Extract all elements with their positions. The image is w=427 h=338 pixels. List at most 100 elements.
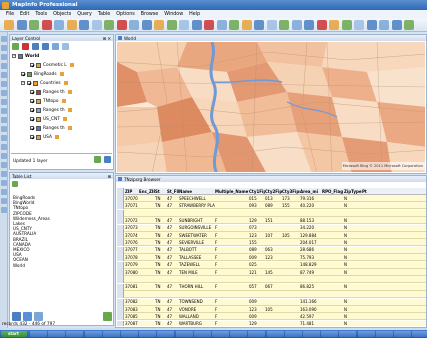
taskbar-button[interactable]	[303, 331, 320, 337]
column-header[interactable]: Multiple_Name	[215, 189, 249, 194]
visibility-checkbox[interactable]	[27, 81, 31, 85]
new-icon[interactable]	[4, 20, 14, 30]
radius-icon[interactable]	[179, 20, 189, 30]
table-cell[interactable]: 009	[249, 299, 265, 304]
taskbar-button[interactable]	[84, 331, 102, 337]
table-cell[interactable]: 141.166	[300, 299, 322, 304]
edit-icon[interactable]	[67, 126, 72, 130]
hotlink-icon[interactable]	[316, 20, 327, 30]
table-cell[interactable]: 47	[167, 299, 179, 304]
table-cell[interactable]: N	[344, 262, 362, 267]
tool-icon[interactable]	[1, 36, 7, 42]
pan-icon[interactable]	[229, 20, 239, 30]
table-cell[interactable]: TN	[155, 247, 167, 252]
table-cell[interactable]: 47	[167, 314, 179, 319]
table-row[interactable]: 37079 TN 47 TAZEWELL F 025 148.829 N	[117, 261, 426, 269]
table-cell[interactable]: TN	[155, 233, 167, 238]
column-header[interactable]: Enc_ZIP	[139, 189, 155, 194]
table-cell[interactable]: 093	[249, 203, 265, 208]
table-cell[interactable]: 47	[167, 240, 179, 245]
table-cell[interactable]: 155	[249, 240, 265, 245]
table-cell[interactable]: 37082	[125, 299, 139, 304]
menu-item[interactable]: Table	[98, 12, 110, 17]
grabber-icon[interactable]	[379, 20, 389, 30]
table-cell[interactable]: STRAWBERRY PLAINS	[179, 203, 215, 208]
table-row[interactable]: 37076 TN 47 SEVIERVILLE F 155 204.017 N	[117, 239, 426, 247]
table-row[interactable]: 37080 TN 47 TEN MILE F 121 145 87.749 N	[117, 269, 426, 276]
tool-icon[interactable]	[1, 117, 7, 123]
table-cell[interactable]: 37077	[125, 247, 139, 252]
menu-item[interactable]: Options	[116, 12, 135, 17]
table-cell[interactable]: 151	[265, 218, 282, 223]
layer-icon[interactable]	[291, 20, 302, 30]
table-cell[interactable]: 123	[265, 255, 282, 260]
taskbar-button[interactable]	[375, 331, 393, 337]
layer-tree-item[interactable]: USA	[30, 134, 59, 140]
browse-icon[interactable]	[23, 312, 32, 321]
table-cell[interactable]: 067	[265, 284, 282, 289]
move-up-icon[interactable]	[32, 43, 39, 50]
table-cell[interactable]: TN	[155, 255, 167, 260]
row-selector[interactable]	[117, 232, 124, 239]
table-cell[interactable]: 163.090	[300, 307, 322, 312]
column-header[interactable]: Cty1Fips	[249, 189, 265, 194]
print-icon[interactable]	[41, 20, 52, 30]
menu-item[interactable]: Browse	[141, 12, 158, 17]
table-row[interactable]: 37073 TN 47 SURGOINSVILLE F 073 34.220 N	[117, 224, 426, 232]
table-cell[interactable]: 37083	[125, 307, 139, 312]
column-header[interactable]: Name	[179, 189, 215, 194]
menu-item[interactable]: Edit	[20, 12, 29, 17]
paste-icon[interactable]	[79, 20, 89, 30]
zoom-in-icon[interactable]	[204, 20, 214, 30]
visibility-checkbox[interactable]	[30, 126, 34, 130]
table-cell[interactable]: 88.153	[300, 218, 322, 223]
table-cell[interactable]: VONORE	[179, 307, 215, 312]
table-cell[interactable]: SEVIERVILLE	[179, 240, 215, 245]
column-header[interactable]: St	[155, 189, 167, 194]
menu-item[interactable]: Tools	[35, 12, 47, 17]
tool-icon[interactable]	[1, 198, 7, 204]
table-cell[interactable]: TN	[155, 203, 167, 208]
column-header[interactable]: ZipType	[344, 189, 362, 194]
taskbar-button[interactable]	[193, 331, 211, 337]
tool-icon[interactable]	[1, 108, 7, 114]
table-cell[interactable]: 47	[167, 307, 179, 312]
table-cell[interactable]: N	[344, 240, 362, 245]
thematic-icon[interactable]	[329, 20, 339, 30]
taskbar-button[interactable]	[230, 331, 248, 337]
table-cell[interactable]: F	[215, 247, 249, 252]
column-header[interactable]: ZIP	[125, 189, 139, 194]
row-selector[interactable]	[117, 254, 124, 262]
table-cell[interactable]: TN	[155, 218, 167, 223]
polygon-icon[interactable]	[191, 20, 202, 30]
table-cell[interactable]: 105	[265, 307, 282, 312]
column-header[interactable]: Area_mi	[300, 189, 322, 194]
menu-item[interactable]: Objects	[53, 12, 71, 17]
table-cell[interactable]: TN	[155, 299, 167, 304]
edit-icon[interactable]	[54, 135, 59, 139]
marquee-icon[interactable]	[166, 20, 177, 30]
table-cell[interactable]: 47	[167, 255, 179, 260]
unselect-icon[interactable]	[354, 20, 364, 30]
row-selector[interactable]	[117, 306, 124, 313]
taskbar-button[interactable]	[339, 331, 357, 337]
start-button[interactable]: start	[1, 331, 27, 337]
table-cell[interactable]: 121	[249, 270, 265, 275]
row-selector[interactable]	[117, 291, 124, 299]
table-cell[interactable]: 123	[249, 233, 265, 238]
visibility-checkbox[interactable]	[30, 117, 34, 121]
table-cell[interactable]: 063	[265, 247, 282, 252]
layer-tree-item[interactable]: TNtopo	[30, 98, 66, 104]
table-cell[interactable]: N	[344, 270, 362, 275]
table-cell[interactable]: 089	[249, 247, 265, 252]
table-cell[interactable]: F	[215, 240, 249, 245]
tool-icon[interactable]	[1, 45, 7, 51]
layer-tree-item[interactable]: BingRoads	[21, 71, 64, 77]
column-header[interactable]: Pt	[362, 189, 374, 194]
row-selector[interactable]	[117, 195, 124, 202]
taskbar-button[interactable]	[248, 331, 266, 337]
table-cell[interactable]: F	[215, 262, 249, 267]
visibility-checkbox[interactable]	[30, 108, 34, 112]
table-cell[interactable]: N	[344, 203, 362, 208]
table-cell[interactable]: 145	[265, 270, 282, 275]
